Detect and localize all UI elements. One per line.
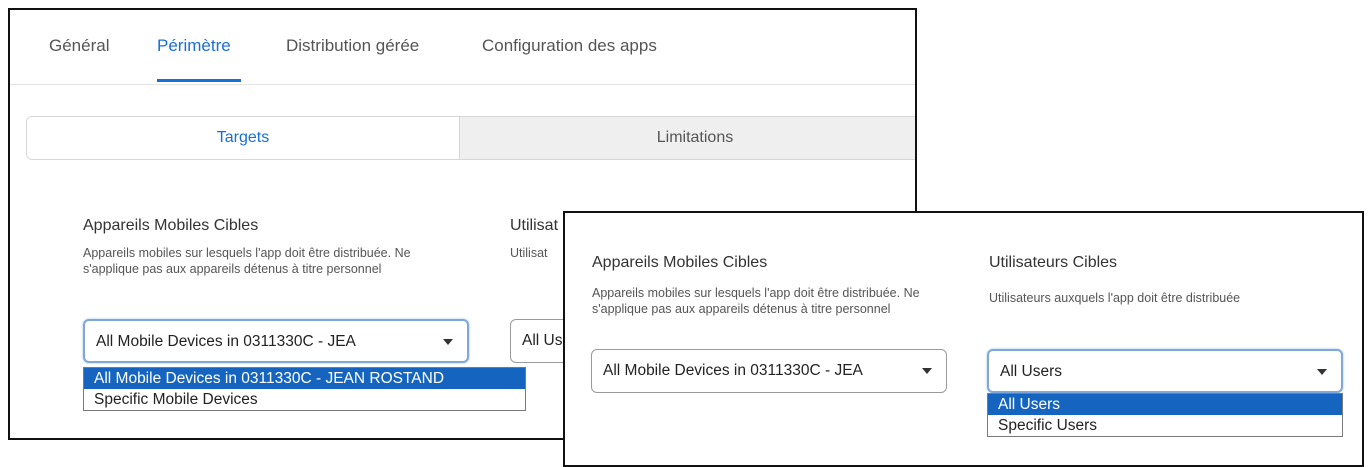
tab-perimetre[interactable]: Périmètre [157,36,231,56]
users-option-all[interactable]: All Users [988,394,1342,415]
users-select-value-partial: All Us [522,332,563,349]
users-option-specific[interactable]: Specific Users [988,415,1342,436]
right-screenshot-panel: Appareils Mobiles Cibles Appareils mobil… [563,211,1364,467]
users-description-partial: Utilisat [510,246,548,260]
users-select[interactable]: All Users [987,349,1343,393]
devices-description: Appareils mobiles sur lesquels l'app doi… [592,286,920,316]
devices-select[interactable]: All Mobile Devices in 0311330C - JEA [83,319,469,363]
devices-select[interactable]: All Mobile Devices in 0311330C - JEA [591,349,947,393]
chevron-down-icon [922,368,932,374]
devices-description: Appareils mobiles sur lesquels l'app doi… [83,246,411,276]
users-heading: Utilisateurs Cibles [989,254,1118,271]
devices-dropdown-list: All Mobile Devices in 0311330C - JEAN RO… [83,367,526,411]
tab-bar: Général Périmètre Distribution gérée Con… [10,10,915,85]
chevron-down-icon [1317,369,1327,375]
segment-targets[interactable]: Targets [27,117,459,159]
users-dropdown-list: All Users Specific Users [987,393,1343,437]
users-description: Utilisateurs auxquels l'app doit être di… [989,291,1241,305]
devices-option-all[interactable]: All Mobile Devices in 0311330C - JEAN RO… [84,368,525,389]
active-tab-indicator [157,79,241,82]
segmented-control: Targets Limitations [26,116,915,160]
devices-heading: Appareils Mobiles Cibles [83,217,259,234]
tab-configuration-des-apps[interactable]: Configuration des apps [482,36,657,56]
users-heading-partial: Utilisat [510,217,559,234]
devices-select-value: All Mobile Devices in 0311330C - JEA [96,333,356,350]
tab-distribution-geree[interactable]: Distribution gérée [286,36,419,56]
tab-general[interactable]: Général [49,36,109,56]
segment-limitations[interactable]: Limitations [459,117,915,159]
devices-heading: Appareils Mobiles Cibles [592,254,768,271]
devices-select-value: All Mobile Devices in 0311330C - JEA [603,362,863,379]
devices-option-specific[interactable]: Specific Mobile Devices [84,389,525,410]
chevron-down-icon [443,339,453,345]
users-select-value: All Users [1000,363,1063,380]
